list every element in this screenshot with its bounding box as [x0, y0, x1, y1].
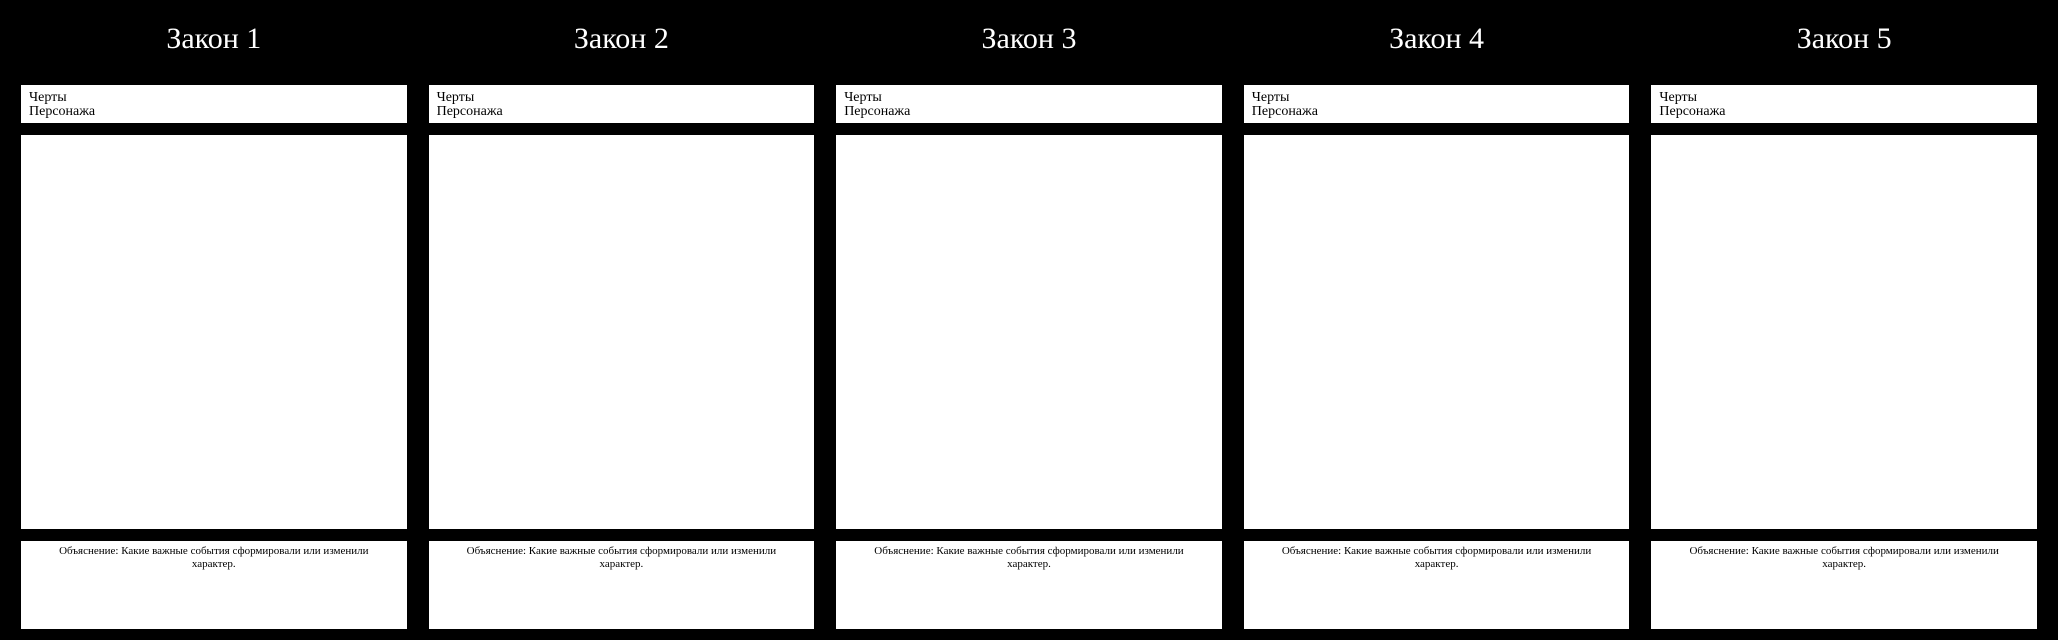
traits-box[interactable]: Черты Персонажа [20, 84, 408, 124]
traits-label-line2: Персонажа [1252, 105, 1622, 119]
explanation-box[interactable]: Объяснение: Какие важные события сформир… [1243, 540, 1631, 630]
traits-label-line2: Персонажа [1659, 105, 2029, 119]
storyboard-columns: Закон 1 Черты Персонажа Объяснение: Каки… [20, 10, 2038, 630]
column-5: Закон 5 Черты Персонажа Объяснение: Каки… [1650, 10, 2038, 630]
explanation-box[interactable]: Объяснение: Какие важные события сформир… [20, 540, 408, 630]
column-title: Закон 3 [835, 10, 1223, 84]
column-1: Закон 1 Черты Персонажа Объяснение: Каки… [20, 10, 408, 630]
image-placeholder[interactable] [428, 134, 816, 530]
image-placeholder[interactable] [1650, 134, 2038, 530]
traits-label-line1: Черты [437, 91, 807, 105]
column-2: Закон 2 Черты Персонажа Объяснение: Каки… [428, 10, 816, 630]
traits-label-line2: Персонажа [437, 105, 807, 119]
traits-box[interactable]: Черты Персонажа [1650, 84, 2038, 124]
traits-label-line1: Черты [29, 91, 399, 105]
traits-label-line2: Персонажа [844, 105, 1214, 119]
image-placeholder[interactable] [1243, 134, 1631, 530]
explanation-box[interactable]: Объяснение: Какие важные события сформир… [428, 540, 816, 630]
column-title: Закон 4 [1243, 10, 1631, 84]
explanation-text: Объяснение: Какие важные события сформир… [41, 545, 387, 570]
explanation-text: Объяснение: Какие важные события сформир… [1264, 545, 1610, 570]
traits-label-line2: Персонажа [29, 105, 399, 119]
traits-label-line1: Черты [1252, 91, 1622, 105]
image-placeholder[interactable] [20, 134, 408, 530]
explanation-box[interactable]: Объяснение: Какие важные события сформир… [1650, 540, 2038, 630]
explanation-text: Объяснение: Какие важные события сформир… [856, 545, 1202, 570]
explanation-text: Объяснение: Какие важные события сформир… [1671, 545, 2017, 570]
column-4: Закон 4 Черты Персонажа Объяснение: Каки… [1243, 10, 1631, 630]
explanation-text: Объяснение: Какие важные события сформир… [449, 545, 795, 570]
traits-label-line1: Черты [1659, 91, 2029, 105]
column-title: Закон 1 [20, 10, 408, 84]
traits-label-line1: Черты [844, 91, 1214, 105]
column-title: Закон 5 [1650, 10, 2038, 84]
column-title: Закон 2 [428, 10, 816, 84]
traits-box[interactable]: Черты Персонажа [835, 84, 1223, 124]
traits-box[interactable]: Черты Персонажа [1243, 84, 1631, 124]
column-3: Закон 3 Черты Персонажа Объяснение: Каки… [835, 10, 1223, 630]
traits-box[interactable]: Черты Персонажа [428, 84, 816, 124]
image-placeholder[interactable] [835, 134, 1223, 530]
explanation-box[interactable]: Объяснение: Какие важные события сформир… [835, 540, 1223, 630]
